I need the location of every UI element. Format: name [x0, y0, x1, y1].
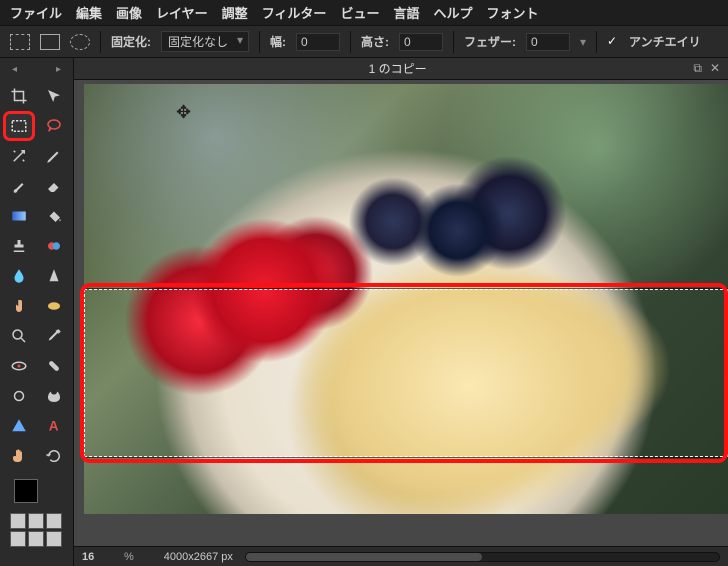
wand-tool[interactable] [5, 143, 33, 169]
horizontal-scrollbar[interactable] [245, 552, 720, 562]
gradient-tool[interactable] [5, 203, 33, 229]
toolbox: ◂ ▸ [0, 58, 74, 566]
stamp-icon [10, 237, 28, 255]
rotate-icon [45, 447, 63, 465]
height-input[interactable] [399, 33, 443, 51]
text-tool[interactable]: A [40, 413, 68, 439]
zoom-tool[interactable] [5, 323, 33, 349]
separator [259, 31, 260, 53]
move-tool[interactable] [40, 83, 68, 109]
bucket-icon [45, 207, 63, 225]
rectangular-marquee-tool[interactable] [5, 113, 33, 139]
image-content [84, 84, 728, 514]
width-input[interactable] [296, 33, 340, 51]
bucket-tool[interactable] [40, 203, 68, 229]
menu-font[interactable]: フォント [486, 3, 538, 22]
drop-icon [10, 267, 28, 285]
status-bar: 16 % 4000x2667 px [74, 546, 728, 566]
menu-layer[interactable]: レイヤー [156, 3, 208, 22]
eraser-icon [45, 177, 63, 195]
finger-icon [10, 297, 28, 315]
shape-tool[interactable] [5, 413, 33, 439]
redeye-tool[interactable] [5, 353, 33, 379]
antialias-checkbox[interactable] [607, 36, 619, 48]
bandaid-icon [45, 357, 63, 375]
canvas-dimensions: 4000x2667 px [164, 551, 233, 563]
menu-adjust[interactable]: 調整 [222, 3, 248, 22]
zoom-unit: % [124, 551, 134, 563]
pencil-tool[interactable] [40, 143, 68, 169]
sharpen-icon [45, 267, 63, 285]
lasso-icon [45, 117, 63, 135]
svg-text:A: A [49, 419, 59, 434]
menu-bar: ファイル 編集 画像 レイヤー 調整 フィルター ビュー 言語 ヘルプ フォント [0, 0, 728, 26]
menu-help[interactable]: ヘルプ [433, 3, 472, 22]
zoom-value[interactable]: 16 [82, 551, 112, 563]
feather-input[interactable] [526, 33, 570, 51]
sponge-icon [45, 297, 63, 315]
color-replace-icon [45, 237, 63, 255]
picker-tool[interactable] [40, 323, 68, 349]
clone-tool[interactable] [5, 233, 33, 259]
fixed-label: 固定化: [111, 33, 151, 50]
brush-icon [10, 177, 28, 195]
crop-tool[interactable] [5, 83, 33, 109]
brush-tool[interactable] [5, 173, 33, 199]
lasso-tool[interactable] [40, 113, 68, 139]
hand-icon [10, 447, 28, 465]
menu-edit[interactable]: 編集 [76, 3, 102, 22]
marquee-rect-icon [10, 117, 28, 135]
marquee-ellipse-icon[interactable] [70, 34, 90, 50]
fixed-select[interactable]: 固定化なし [161, 31, 249, 52]
marquee-solid-icon[interactable] [40, 34, 60, 50]
burn-tool[interactable] [40, 383, 68, 409]
separator [453, 31, 454, 53]
background-swatches[interactable] [10, 513, 69, 547]
collapse-left-icon[interactable]: ◂ [12, 64, 17, 75]
zoom-icon [10, 327, 28, 345]
menu-image[interactable]: 画像 [116, 3, 142, 22]
burn-icon [45, 387, 63, 405]
feather-label: フェザー: [464, 33, 516, 50]
menu-lang[interactable]: 言語 [393, 3, 419, 22]
separator [350, 31, 351, 53]
shape-icon [10, 417, 28, 435]
arrow-icon [45, 87, 63, 105]
blur-tool[interactable] [5, 263, 33, 289]
canvas[interactable]: ✥ [74, 80, 728, 546]
dodge-tool[interactable] [5, 383, 33, 409]
color-replace-tool[interactable] [40, 233, 68, 259]
crop-icon [10, 87, 28, 105]
options-bar: 固定化: 固定化なし 幅: 高さ: フェザー: ▾ アンチエイリ [0, 26, 728, 58]
height-label: 高さ: [361, 33, 389, 50]
menu-file[interactable]: ファイル [10, 3, 62, 22]
hand-tool[interactable] [5, 443, 33, 469]
marquee-rect-icon[interactable] [10, 34, 30, 50]
antialias-label: アンチエイリ [629, 33, 701, 50]
separator [100, 31, 101, 53]
close-tab-icon[interactable]: ✕ [710, 61, 720, 76]
eye-icon [10, 357, 28, 375]
separator [596, 31, 597, 53]
gradient-icon [10, 207, 28, 225]
collapse-right-icon[interactable]: ▸ [56, 64, 61, 75]
sharpen-tool[interactable] [40, 263, 68, 289]
eyedropper-icon [45, 327, 63, 345]
width-label: 幅: [270, 33, 286, 50]
text-icon: A [45, 417, 63, 435]
eraser-tool[interactable] [40, 173, 68, 199]
document-tab-title[interactable]: 1 のコピー [102, 60, 693, 77]
foreground-color-swatch[interactable] [14, 479, 38, 503]
popout-icon[interactable]: ⧉ [693, 61, 702, 76]
pencil-icon [45, 147, 63, 165]
menu-filter[interactable]: フィルター [262, 3, 327, 22]
rotate-tool[interactable] [40, 443, 68, 469]
dodge-icon [10, 387, 28, 405]
menu-view[interactable]: ビュー [340, 3, 379, 22]
document-tab-bar: 1 のコピー ⧉ ✕ [74, 58, 728, 80]
smudge-tool[interactable] [5, 293, 33, 319]
heal-tool[interactable] [40, 353, 68, 379]
wand-icon [10, 147, 28, 165]
sponge-tool[interactable] [40, 293, 68, 319]
